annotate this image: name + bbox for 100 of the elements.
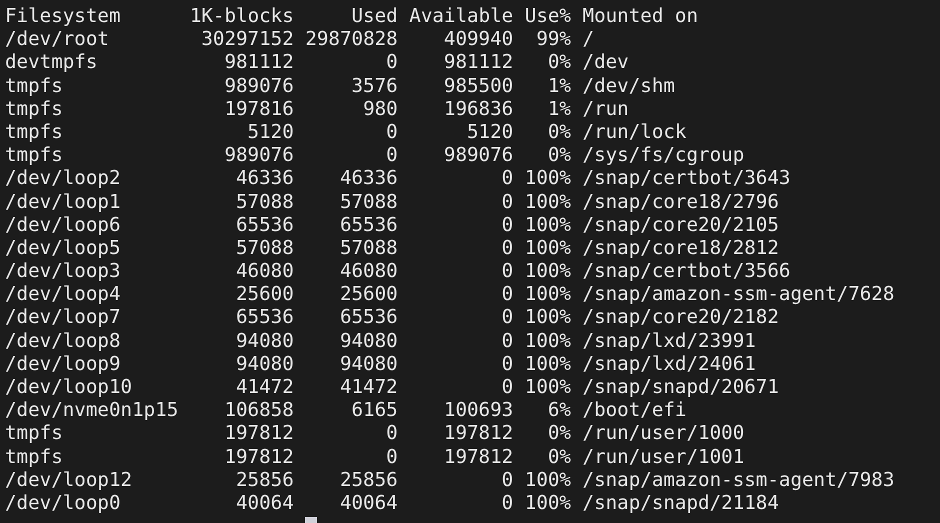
table-cell: 29870828	[305, 27, 398, 50]
table-cell-text: 989076	[223, 74, 294, 97]
table-cell-text: 197812	[223, 444, 294, 468]
table-cell: 100%	[524, 166, 571, 190]
table-cell-text: 0	[385, 421, 398, 445]
table-cell-text: tmpfs	[5, 96, 64, 120]
table-cell-text: /dev/loop10	[5, 375, 134, 398]
table-cell-text: 0%	[546, 50, 571, 74]
table-cell-text: /dev/loop6	[5, 212, 122, 236]
table-cell: /snap/certbot/3643	[582, 166, 790, 190]
table-cell-text: 980	[362, 96, 398, 120]
table-cell-text: 0	[500, 259, 514, 282]
table-cell-text: 0%	[546, 444, 571, 468]
table-cell-text: 0	[385, 120, 398, 144]
table-cell: 100%	[524, 490, 571, 514]
table-cell-text: 409940	[442, 27, 514, 50]
table-cell-text: 6165	[350, 398, 398, 422]
table-cell-text: 25600	[235, 282, 294, 306]
table-cell-text: 5120	[246, 120, 294, 144]
table-cell: /run/user/1000	[582, 421, 744, 445]
table-cell-text: 0%	[546, 143, 571, 166]
table-cell-text: 46336	[235, 166, 294, 190]
table-cell-text: 41472	[338, 375, 398, 398]
table-cell-text: 46336	[338, 166, 398, 190]
table-cell: /run/user/1001	[582, 444, 744, 468]
table-cell-text: tmpfs	[5, 444, 64, 468]
table-cell: 100%	[524, 305, 571, 329]
table-cell-text: 196836	[442, 96, 514, 120]
table-cell-text: tmpfs	[5, 74, 64, 97]
table-cell-text: 0	[500, 490, 514, 514]
table-cell-text: 3576	[350, 74, 398, 97]
table-cell-text: devtmpfs	[5, 50, 98, 74]
table-cell-text: 981112	[442, 50, 514, 74]
table-cell-text: 94080	[235, 328, 294, 352]
table-cell-text: 0	[500, 166, 514, 190]
table-cell-text: 65536	[338, 305, 398, 329]
table-cell: /snap/core20/2105	[582, 212, 779, 236]
table-cell-text: 25600	[338, 282, 398, 306]
table-cell-text: 0	[500, 305, 514, 329]
table-cell: /snap/snapd/20671	[582, 375, 779, 398]
table-cell-text: 0	[500, 375, 514, 398]
table-cell-text: 0%	[546, 120, 571, 144]
table-cell: /dev/nvme0n1p15	[5, 398, 178, 422]
table-cell-text: tmpfs	[5, 143, 64, 166]
table-cell-text: /dev/loop1	[5, 190, 122, 213]
table-cell-text: /dev/loop7	[5, 305, 122, 329]
table-cell-text: 57088	[235, 236, 294, 260]
table-cell-text: 25856	[235, 468, 294, 491]
table-cell: 100%	[524, 352, 571, 375]
table-cell: /snap/amazon-ssm-agent/7983	[582, 468, 894, 491]
column-header: Use%	[524, 4, 571, 28]
table-cell-text: 99%	[535, 27, 571, 50]
table-cell-text: 197812	[442, 421, 514, 445]
table-cell-text: 1%	[546, 96, 571, 120]
table-cell-text: 989076	[223, 143, 294, 166]
table-cell-text: 0	[500, 236, 514, 260]
table-cell-text: 65536	[338, 212, 398, 236]
table-cell-text: /dev/loop0	[5, 490, 122, 514]
table-cell-text: 197812	[223, 421, 294, 445]
table-cell-text: 46080	[235, 259, 294, 282]
table-cell: 100%	[524, 282, 571, 306]
table-cell: /run/lock	[582, 120, 686, 144]
column-header: Filesystem	[5, 4, 122, 28]
table-cell-text: 57088	[338, 190, 398, 213]
table-cell-text: 100693	[442, 398, 514, 422]
table-cell-text: 0	[385, 50, 398, 74]
table-cell-text: 0	[500, 352, 514, 375]
table-cell-text: 985500	[442, 74, 514, 97]
table-cell: /snap/core18/2796	[582, 190, 779, 213]
table-cell-text: 197812	[442, 444, 514, 468]
table-cell: 100%	[524, 259, 571, 282]
table-cell-text: 94080	[338, 352, 398, 375]
table-cell: /snap/lxd/23991	[582, 328, 756, 352]
table-cell: /snap/lxd/24061	[582, 352, 756, 375]
column-header: Used	[350, 4, 398, 28]
table-cell-text: /dev/loop5	[5, 236, 122, 260]
table-cell-text: /dev/loop8	[5, 328, 122, 352]
table-cell: /boot/efi	[582, 398, 686, 422]
column-header: 1K-blocks	[190, 4, 294, 28]
table-cell: 100%	[524, 328, 571, 352]
table-cell-text: 0	[500, 328, 514, 352]
table-cell-text: 40064	[235, 490, 294, 514]
table-cell: 100%	[524, 375, 571, 398]
table-cell: /run	[582, 96, 629, 120]
column-header: Mounted on	[582, 4, 698, 28]
table-cell: /snap/snapd/21184	[582, 490, 779, 514]
table-cell-text: 65536	[235, 212, 294, 236]
table-cell: /snap/core20/2182	[582, 305, 779, 329]
table-cell: 100%	[524, 236, 571, 260]
table-cell-text: /dev/loop3	[5, 259, 122, 282]
table-cell-text: /dev/loop9	[5, 352, 122, 375]
table-cell-text: /dev/loop2	[5, 166, 122, 190]
table-cell-text: 40064	[338, 490, 398, 514]
table-cell: /sys/fs/cgroup	[582, 143, 744, 166]
table-cell-text: 57088	[235, 190, 294, 213]
table-cell: 100%	[524, 190, 571, 213]
table-cell-text: tmpfs	[5, 120, 64, 144]
table-cell-text: /dev/root	[5, 27, 110, 50]
table-cell-text: 989076	[442, 143, 514, 166]
table-cell-text: 25856	[338, 468, 398, 491]
